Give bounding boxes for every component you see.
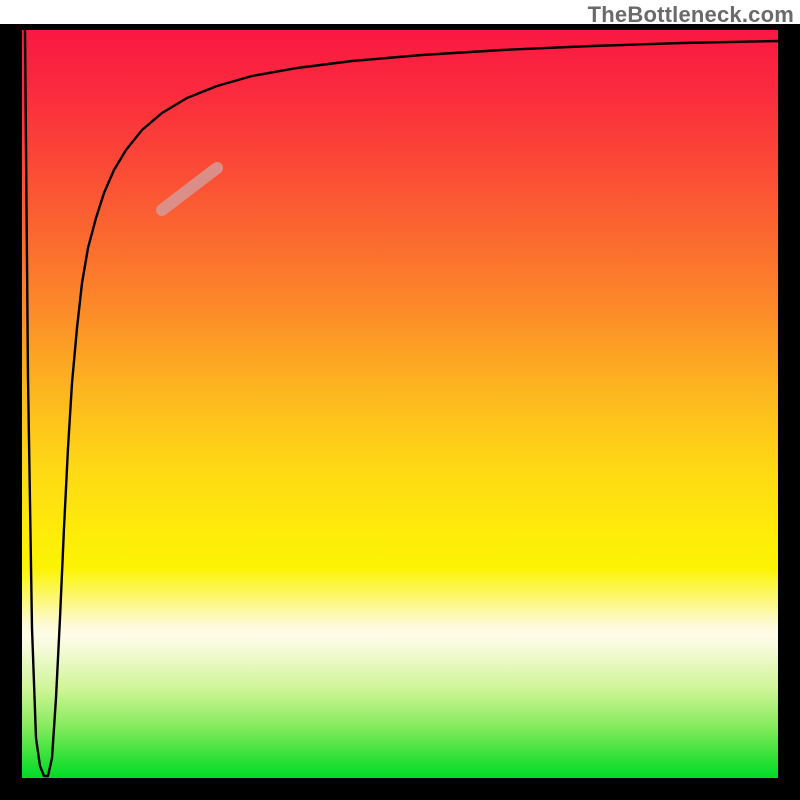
highlight-segment bbox=[162, 168, 217, 210]
curve-svg bbox=[22, 30, 778, 778]
plot-area bbox=[22, 30, 778, 778]
bottleneck-curve bbox=[25, 30, 778, 776]
chart-frame: TheBottleneck.com bbox=[0, 0, 800, 800]
watermark-text: TheBottleneck.com bbox=[588, 2, 794, 28]
plot-border bbox=[0, 24, 800, 800]
